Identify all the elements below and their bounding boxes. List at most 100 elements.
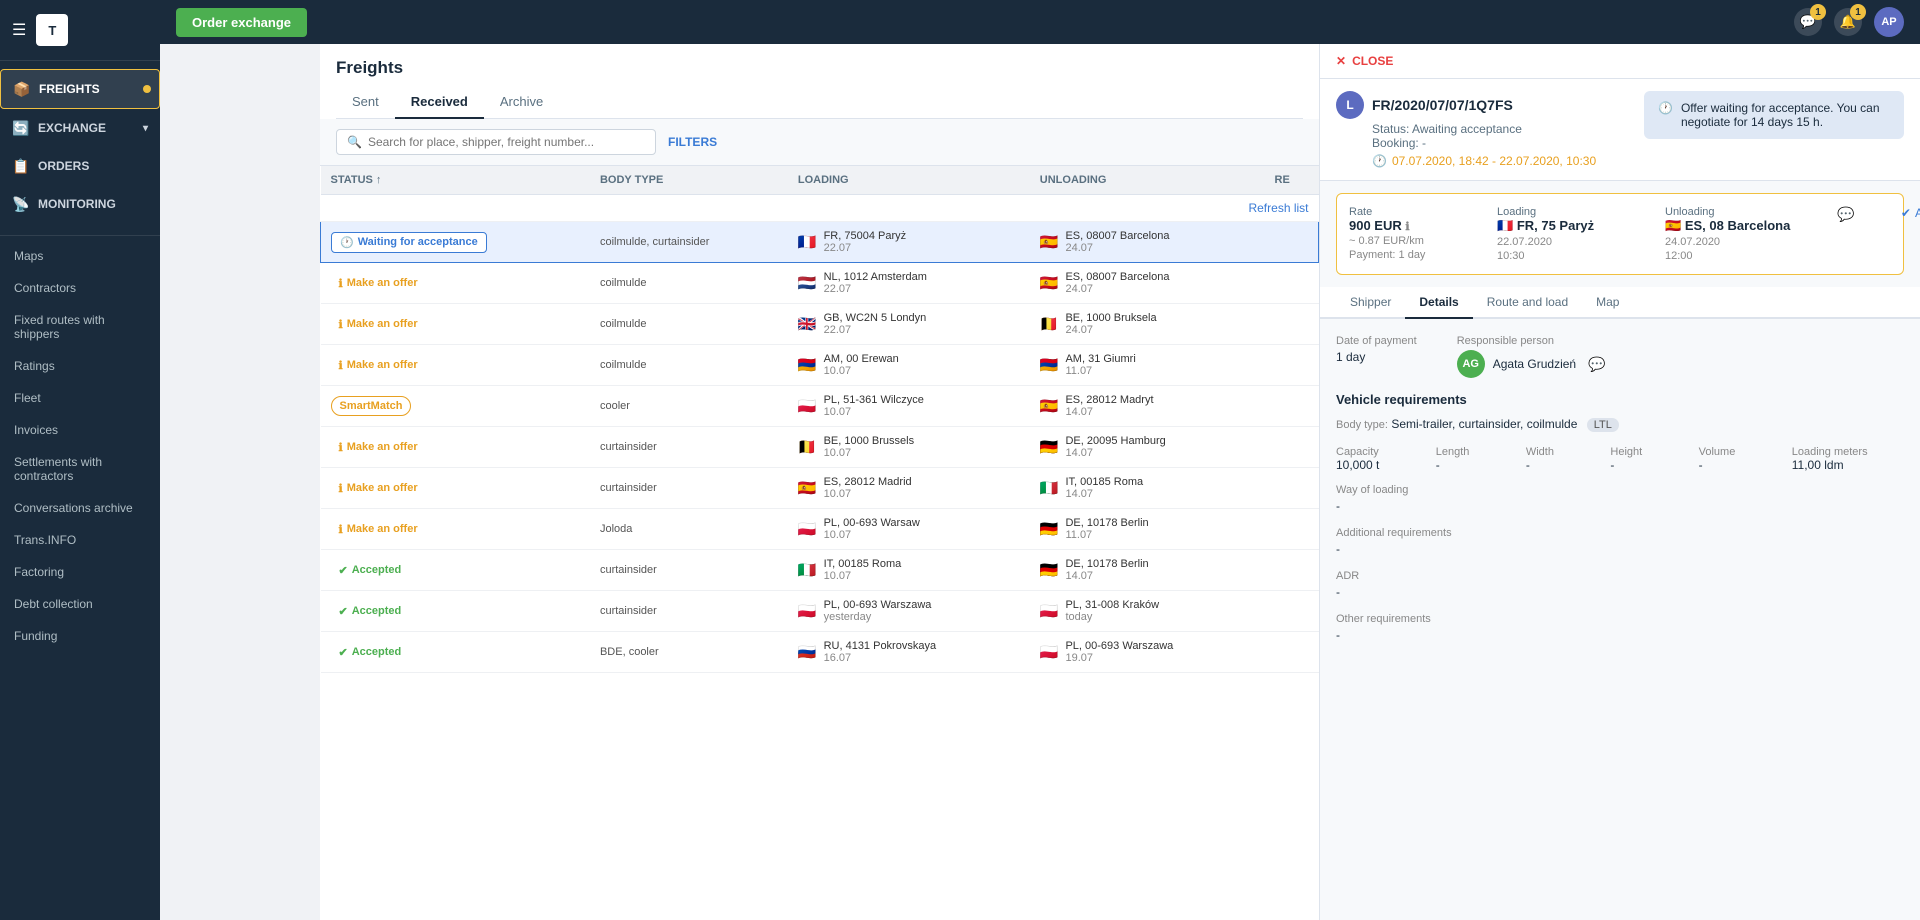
info-icon: ℹ (1405, 221, 1409, 233)
sidebar-item-exchange[interactable]: 🔄 EXCHANGE ▾ (0, 109, 160, 147)
message-icon[interactable]: 💬 (1837, 206, 1854, 222)
tab-archive[interactable]: Archive (484, 86, 559, 119)
sidebar-link-factoring[interactable]: Factoring (0, 556, 160, 588)
table-row[interactable]: ✔ Accepted BDE, cooler 🇷🇺 RU, 4131 Pokro… (321, 632, 1319, 673)
status-cell: ℹ Make an offer (321, 509, 590, 550)
refresh-list-button[interactable]: Refresh list (1248, 201, 1308, 215)
chat-icon-badge[interactable]: 💬 1 (1794, 8, 1822, 36)
loading-cell: 🇷🇺 RU, 4131 Pokrovskaya 16.07 (788, 632, 1030, 673)
tab-shipper[interactable]: Shipper (1336, 287, 1405, 319)
sidebar-link-trans.info[interactable]: Trans.INFO (0, 524, 160, 556)
status-cell: SmartMatch (321, 386, 590, 427)
sidebar-link-invoices[interactable]: Invoices (0, 414, 160, 446)
table-row[interactable]: SmartMatch cooler 🇵🇱 PL, 51-361 Wilczyce… (321, 386, 1319, 427)
tab-route-load[interactable]: Route and load (1473, 287, 1582, 319)
rate-block: Rate 900 EUR ℹ ~ 0.87 EUR/km Payment: 1 … (1349, 206, 1489, 261)
clock-icon: 🕐 (1372, 154, 1387, 168)
width-value: - (1526, 458, 1591, 472)
table-row[interactable]: ℹ Make an offer coilmulde 🇬🇧 GB, WC2N 5 … (321, 304, 1319, 345)
table-row[interactable]: ℹ Make an offer Joloda 🇵🇱 PL, 00-693 War… (321, 509, 1319, 550)
chat-col: 💬 (1833, 206, 1854, 223)
col-unloading: UNLOADING (1030, 166, 1265, 195)
sidebar-link-ratings[interactable]: Ratings (0, 350, 160, 382)
re-cell (1265, 263, 1319, 304)
responsible-chat-icon[interactable]: 💬 (1588, 356, 1605, 373)
height-block: Height - (1610, 446, 1678, 472)
freight-id-icon: L (1336, 91, 1364, 119)
col-body-type: BODY TYPE (590, 166, 788, 195)
info-icon: ℹ (339, 482, 343, 495)
rate-label: Rate (1349, 206, 1489, 218)
close-button[interactable]: ✕ CLOSE (1320, 44, 1920, 79)
loading-meters-block: Loading meters 11,00 ldm (1792, 446, 1904, 472)
tab-received[interactable]: Received (395, 86, 484, 119)
table-row[interactable]: ℹ Make an offer coilmulde 🇳🇱 NL, 1012 Am… (321, 263, 1319, 304)
ltl-badge: LTL (1587, 418, 1619, 432)
status-cell: ℹ Make an offer (321, 263, 590, 304)
table-row[interactable]: ℹ Make an offer coilmulde 🇦🇲 AM, 00 Erew… (321, 345, 1319, 386)
rate-per-km: ~ 0.87 EUR/km (1349, 235, 1489, 247)
unloading-flag: 🇵🇱 (1040, 643, 1059, 661)
hamburger-icon[interactable]: ☰ (12, 20, 26, 40)
payment-value: 1 day (1336, 350, 1417, 364)
user-avatar[interactable]: AP (1874, 7, 1904, 37)
re-cell (1265, 222, 1319, 263)
way-loading-label: Way of loading (1336, 484, 1904, 496)
width-label: Width (1526, 446, 1591, 458)
additional-req-value: - (1336, 542, 1904, 556)
logo-badge: T (36, 14, 68, 46)
panel-header: Freights Sent Received Archive (320, 44, 1319, 119)
unloading-cell: 🇦🇲 AM, 31 Giumri 11.07 (1030, 345, 1265, 386)
loading-meters-value: 11,00 ldm (1792, 458, 1904, 472)
sidebar-item-monitoring[interactable]: 📡 MONITORING (0, 185, 160, 223)
offer-status-right: ✔ Awaiting Shipper's approval WITHDRAW O… (1862, 206, 1920, 240)
adr-value: - (1336, 585, 1904, 599)
table-wrap: STATUS ↑ BODY TYPE LOADING UNLOADING RE … (320, 166, 1319, 920)
sidebar-link-settlements-with-contractors[interactable]: Settlements with contractors (0, 446, 160, 492)
order-exchange-button[interactable]: Order exchange (176, 8, 307, 37)
loading-country: 🇫🇷 FR, 75 Paryż (1497, 218, 1657, 234)
volume-block: Volume - (1699, 446, 1772, 472)
way-loading-value: - (1336, 499, 1904, 513)
filters-button[interactable]: FILTERS (668, 135, 717, 149)
other-req-value: - (1336, 628, 1904, 642)
table-row[interactable]: ℹ Make an offer curtainsider 🇧🇪 BE, 1000… (321, 427, 1319, 468)
loading-flag: 🇵🇱 (798, 520, 817, 538)
table-row[interactable]: ✔ Accepted curtainsider 🇮🇹 IT, 00185 Rom… (321, 550, 1319, 591)
sidebar-link-contractors[interactable]: Contractors (0, 272, 160, 304)
detail-status: Status: Awaiting acceptance (1372, 122, 1632, 136)
sidebar-link-funding[interactable]: Funding (0, 620, 160, 652)
sidebar-link-debt-collection[interactable]: Debt collection (0, 588, 160, 620)
table-row[interactable]: 🕐 Waiting for acceptance coilmulde, curt… (321, 222, 1319, 263)
search-icon: 🔍 (347, 135, 362, 149)
search-input[interactable] (368, 135, 645, 149)
unloading-cell: 🇮🇹 IT, 00185 Roma 14.07 (1030, 468, 1265, 509)
table-row[interactable]: ✔ Accepted curtainsider 🇵🇱 PL, 00-693 Wa… (321, 591, 1319, 632)
offer-grid: Rate 900 EUR ℹ ~ 0.87 EUR/km Payment: 1 … (1349, 206, 1891, 262)
volume-value: - (1699, 458, 1772, 472)
unloading-flag: 🇩🇪 (1040, 438, 1059, 456)
tab-sent[interactable]: Sent (336, 86, 395, 119)
other-req-row: Other requirements - (1336, 613, 1904, 642)
sidebar-link-conversations-archive[interactable]: Conversations archive (0, 492, 160, 524)
table-row[interactable]: ℹ Make an offer curtainsider 🇪🇸 ES, 2801… (321, 468, 1319, 509)
tab-map[interactable]: Map (1582, 287, 1633, 319)
vehicle-req-title: Vehicle requirements (1336, 392, 1904, 407)
vehicle-req-grid: Capacity 10,000 t Length - Width - Heigh… (1336, 446, 1904, 472)
sidebar-item-orders[interactable]: 📋 ORDERS (0, 147, 160, 185)
tab-details[interactable]: Details (1405, 287, 1472, 319)
sidebar-link-fixed-routes-with-shippers[interactable]: Fixed routes with shippers (0, 304, 160, 350)
search-input-wrap: 🔍 (336, 129, 656, 155)
sidebar-item-freights[interactable]: 📦 FREIGHTS (0, 69, 160, 109)
body-type-label: Body type: (1336, 419, 1388, 431)
clock-icon: 🕐 (340, 236, 354, 249)
check-icon: ✔ (1901, 206, 1911, 220)
loading-label: Loading (1497, 206, 1657, 218)
body-type-cell: BDE, cooler (590, 632, 788, 673)
sidebar-link-fleet[interactable]: Fleet (0, 382, 160, 414)
detail-booking: Booking: - (1372, 136, 1632, 150)
bell-icon-badge[interactable]: 🔔 1 (1834, 8, 1862, 36)
withdraw-offer-button[interactable]: WITHDRAW OFFER (1862, 226, 1920, 240)
height-value: - (1610, 458, 1678, 472)
sidebar-link-maps[interactable]: Maps (0, 240, 160, 272)
